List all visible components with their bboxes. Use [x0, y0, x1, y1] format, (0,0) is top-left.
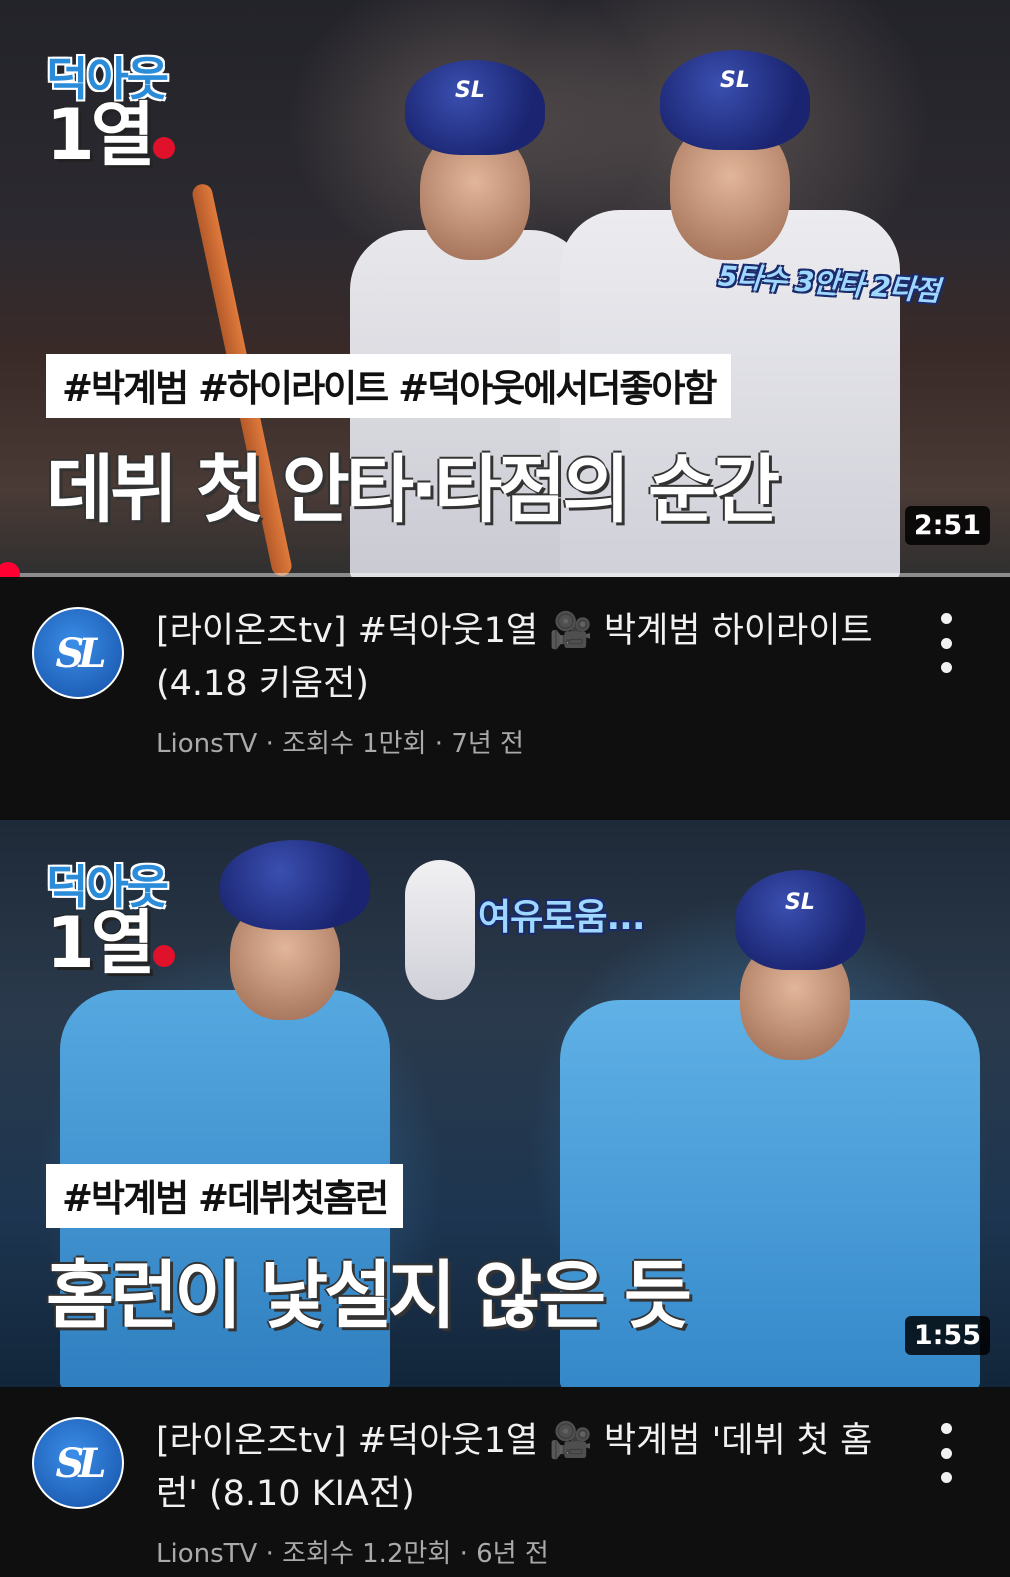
hashtag-box: #박계범 #데뷔첫홈런	[46, 1164, 404, 1228]
video-subline: LionsTV · 조회수 1만회 · 7년 전	[156, 729, 524, 759]
more-vertical-icon[interactable]	[936, 1423, 956, 1483]
badge-bottom-text: 1열	[46, 901, 155, 984]
series-badge: 덕아웃 1열	[46, 864, 176, 978]
video-title[interactable]: [라이온즈tv] #덕아웃1열 🎥 박계범 '데뷔 첫 홈런' (8.10 KI…	[156, 1415, 876, 1521]
channel-logo-text: SL	[55, 1439, 106, 1487]
upload-age: 7년 전	[451, 729, 524, 759]
channel-avatar[interactable]: SL	[32, 607, 124, 699]
channel-name[interactable]: LionsTV	[156, 1539, 257, 1569]
video-thumbnail[interactable]: SL SL 덕아웃 1열 5타수 3안타 2타점 #박계범 #하이라이트 #덕아…	[0, 0, 1010, 577]
upload-age: 6년 전	[476, 1539, 549, 1569]
thumbnail-headline: 데뷔 첫 안타·타점의 순간	[46, 447, 780, 533]
video-meta: SL [라이온즈tv] #덕아웃1열 🎥 박계범 '데뷔 첫 홈런' (8.10…	[0, 1387, 1010, 1577]
video-thumbnail[interactable]: SL 덕아웃 1열 여유로움... #박계범 #데뷔첫홈런 홈런이 낯설지 않은…	[0, 820, 1010, 1387]
channel-name[interactable]: LionsTV	[156, 729, 257, 759]
badge-bottom-text: 1열	[46, 93, 155, 176]
video-subline: LionsTV · 조회수 1.2만회 · 6년 전	[156, 1539, 549, 1569]
red-dot-icon	[153, 944, 176, 967]
channel-avatar[interactable]: SL	[32, 1417, 124, 1509]
high-five-hands	[405, 860, 475, 1000]
thumbnail-caption: 여유로움...	[478, 897, 646, 938]
duration-badge: 1:55	[904, 1316, 990, 1355]
red-dot-icon	[153, 136, 176, 159]
hashtag-box: #박계범 #하이라이트 #덕아웃에서더좋아함	[46, 354, 732, 418]
thumbnail-headline: 홈런이 낯설지 않은 듯	[46, 1253, 692, 1339]
more-vertical-icon[interactable]	[936, 613, 956, 673]
view-count: 조회수 1.2만회	[282, 1539, 452, 1569]
video-card[interactable]: SL SL 덕아웃 1열 5타수 3안타 2타점 #박계범 #하이라이트 #덕아…	[0, 0, 1010, 767]
video-title[interactable]: [라이온즈tv] #덕아웃1열 🎥 박계범 하이라이트 (4.18 키움전)	[156, 605, 876, 711]
video-meta: SL [라이온즈tv] #덕아웃1열 🎥 박계범 하이라이트 (4.18 키움전…	[0, 577, 1010, 767]
video-card[interactable]: SL 덕아웃 1열 여유로움... #박계범 #데뷔첫홈런 홈런이 낯설지 않은…	[0, 820, 1010, 1577]
view-count: 조회수 1만회	[282, 729, 427, 759]
channel-logo-text: SL	[55, 629, 106, 677]
duration-badge: 2:51	[904, 506, 990, 545]
series-badge: 덕아웃 1열	[46, 56, 176, 170]
